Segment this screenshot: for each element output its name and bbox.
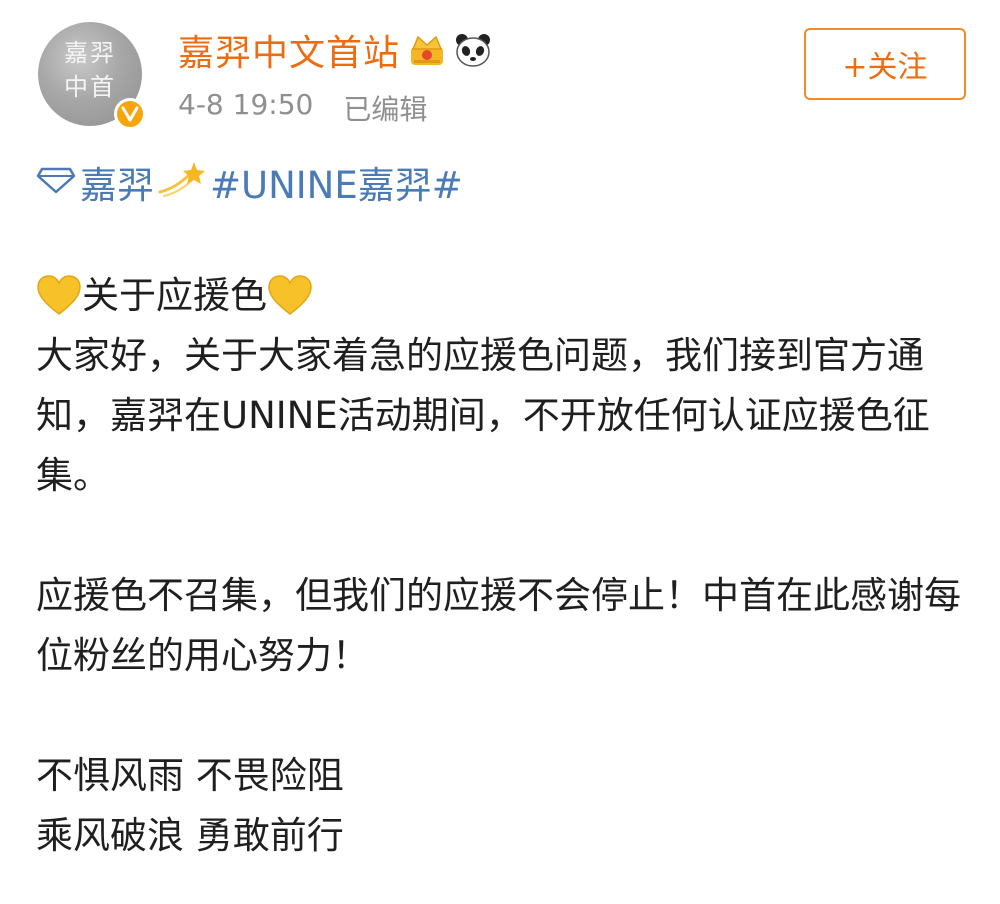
avatar[interactable]: 嘉羿 中首 — [38, 22, 146, 130]
heading-text: 关于应援色 — [82, 274, 267, 317]
post-timestamp: 4-8 19:50 — [178, 88, 314, 121]
super-topic-link[interactable]: 嘉羿 — [80, 155, 154, 209]
verified-icon — [114, 98, 146, 130]
hashtag-link[interactable]: #UNINE嘉羿# — [210, 155, 463, 209]
paragraph-announcement: 大家好，关于大家着急的应援色问题，我们接到官方通知，嘉羿在UNINE活动期间，不… — [36, 334, 930, 497]
avatar-text: 嘉羿 中首 — [64, 39, 116, 101]
username[interactable]: 嘉羿中文首站 — [178, 24, 400, 76]
topic-link-row: 嘉羿 #UNINE嘉羿# — [36, 152, 463, 212]
follow-button[interactable]: +关注 — [804, 28, 966, 100]
crown-icon[interactable] — [408, 31, 446, 69]
panda-icon[interactable] — [454, 31, 492, 69]
yellow-heart-icon — [37, 275, 81, 315]
weibo-post: 嘉羿 中首 嘉羿中文首站 4-8 19:50 已编辑 +关注 嘉羿 #UNINE… — [0, 0, 1000, 904]
post-header: 嘉羿 中首 嘉羿中文首站 4-8 19:50 已编辑 +关注 — [38, 22, 966, 132]
slogan-line-2: 乘风破浪 勇敢前行 — [36, 814, 344, 857]
shooting-star-icon — [156, 158, 208, 207]
username-row: 嘉羿中文首站 — [178, 26, 492, 74]
post-meta: 4-8 19:50 已编辑 — [178, 88, 427, 128]
paragraph-thanks: 应援色不召集，但我们的应援不会停止！中首在此感谢每位粉丝的用心努力！ — [36, 574, 961, 677]
yellow-heart-icon — [268, 275, 312, 315]
post-body: 关于应援色 大家好，关于大家着急的应援色问题，我们接到官方通知，嘉羿在UNINE… — [36, 266, 966, 866]
diamond-icon — [36, 161, 76, 204]
slogan-line-1: 不惧风雨 不畏险阻 — [36, 754, 344, 797]
post-heading: 关于应援色 — [36, 266, 966, 326]
edited-label[interactable]: 已编辑 — [343, 88, 427, 128]
